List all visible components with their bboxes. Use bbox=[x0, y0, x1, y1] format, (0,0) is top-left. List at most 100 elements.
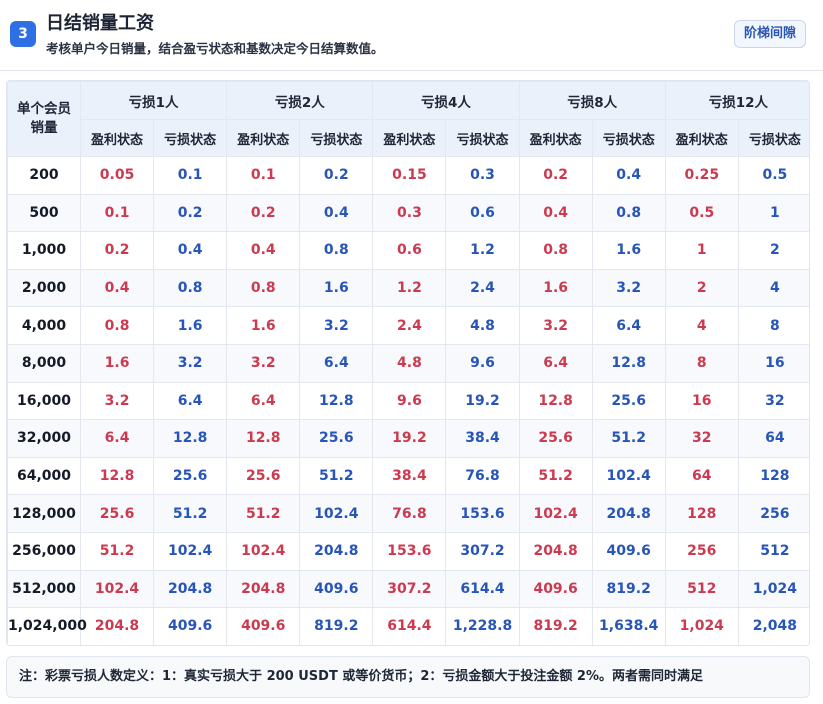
profit-value-cell: 102.4 bbox=[226, 531, 301, 571]
profit-value-cell: 51.2 bbox=[226, 494, 301, 533]
profit-value-cell: 51.2 bbox=[79, 531, 155, 571]
loss-value-cell: 38.4 bbox=[445, 419, 520, 458]
profit-value-cell: 1 bbox=[664, 231, 739, 270]
profit-value-cell: 102.4 bbox=[518, 494, 593, 533]
table-row: 512,000 102.4 204.8 204.8 409.6 307.2 614.4 409… bbox=[7, 569, 809, 609]
table-row: 32,000 6.4 12.8 12.8 25.6 19.2 38.4 25.6 51.2 32 6… bbox=[7, 419, 809, 458]
loss-value-cell: 0.5 bbox=[737, 156, 809, 195]
state-header: 盈利状态 bbox=[518, 119, 593, 157]
loss-value-cell: 409.6 bbox=[591, 531, 666, 571]
profit-value-cell: 409.6 bbox=[226, 607, 301, 645]
member-sales-cell: 1,000 bbox=[7, 231, 81, 270]
member-sales-header-line: 单个会员 bbox=[17, 101, 71, 117]
profit-value-cell: 38.4 bbox=[372, 456, 447, 496]
loss-value-cell: 19.2 bbox=[445, 381, 520, 421]
profit-value-cell: 4.8 bbox=[372, 343, 447, 383]
profit-value-cell: 8 bbox=[664, 343, 739, 383]
loss-value-cell: 64 bbox=[737, 419, 809, 458]
profit-value-cell: 256 bbox=[664, 531, 739, 571]
member-sales-cell: 1,024,000 bbox=[7, 607, 87, 645]
loss-value-cell: 0.8 bbox=[153, 268, 228, 308]
profit-value-cell: 0.2 bbox=[226, 193, 301, 233]
table-row: 256,000 51.2 102.4 102.4 204.8 153.6 307.2 204.… bbox=[7, 531, 809, 571]
profit-value-cell: 12.8 bbox=[518, 381, 593, 421]
table-row: 4,000 0.8 1.6 1.6 3.2 2.4 4.8 3.2 6.4 4 8 bbox=[7, 306, 809, 345]
profit-value-cell: 153.6 bbox=[372, 531, 447, 571]
profit-value-cell: 6.4 bbox=[226, 381, 301, 421]
profit-value-cell: 51.2 bbox=[518, 456, 593, 496]
profit-value-cell: 0.4 bbox=[79, 268, 155, 308]
loss-value-cell: 0.4 bbox=[591, 156, 666, 195]
loss-value-cell: 256 bbox=[737, 494, 809, 533]
loss-value-cell: 0.1 bbox=[153, 156, 228, 195]
loss-value-cell: 204.8 bbox=[299, 531, 374, 571]
table-header-row-states: 盈利状态 亏损状态 盈利状态 亏损状态 盈利状态 亏损状态 盈利状态 亏损状态 盈利状态 亏损状态 bbox=[8, 119, 809, 157]
loss-value-cell: 6.4 bbox=[591, 306, 666, 345]
loss-value-cell: 51.2 bbox=[153, 494, 228, 533]
loss-value-cell: 614.4 bbox=[445, 569, 520, 609]
table-row: 64,000 12.8 25.6 25.6 51.2 38.4 76.8 51.2 102.4 6… bbox=[7, 456, 809, 496]
profit-value-cell: 1.6 bbox=[518, 268, 593, 308]
table-row: 200 0.05 0.1 0.1 0.2 0.15 0.3 0.2 0.4 0.25 0.5 bbox=[7, 156, 809, 195]
state-header: 盈利状态 bbox=[372, 119, 447, 157]
profit-value-cell: 1,024 bbox=[664, 607, 739, 645]
table-header-row-groups: 单个会员 销量 亏损1人 亏损2人 亏损4人 亏损8人 亏损12人 bbox=[7, 81, 809, 157]
member-sales-cell: 2,000 bbox=[7, 268, 81, 308]
table-row: 8,000 1.6 3.2 3.2 6.4 4.8 9.6 6.4 12.8 8 16 bbox=[7, 343, 809, 383]
table-row: 1,000 0.2 0.4 0.4 0.8 0.6 1.2 0.8 1.6 1 2 bbox=[7, 231, 809, 270]
state-header: 盈利状态 bbox=[79, 119, 155, 157]
loss-value-cell: 16 bbox=[737, 343, 809, 383]
loss-value-cell: 1.6 bbox=[591, 231, 666, 270]
profit-value-cell: 0.4 bbox=[518, 193, 593, 233]
profit-value-cell: 32 bbox=[664, 419, 739, 458]
member-sales-cell: 16,000 bbox=[7, 381, 81, 421]
loss-value-cell: 3.2 bbox=[591, 268, 666, 308]
profit-value-cell: 76.8 bbox=[372, 494, 447, 533]
profit-value-cell: 12.8 bbox=[226, 419, 301, 458]
profit-value-cell: 3.2 bbox=[226, 343, 301, 383]
table-row: 128,000 25.6 51.2 51.2 102.4 76.8 153.6 102.4 20… bbox=[7, 494, 809, 533]
profit-value-cell: 512 bbox=[664, 569, 739, 609]
loss-value-cell: 153.6 bbox=[445, 494, 520, 533]
profit-value-cell: 3.2 bbox=[79, 381, 155, 421]
tier-gap-button[interactable]: 阶梯间隙 bbox=[734, 20, 806, 48]
profit-value-cell: 2.4 bbox=[372, 306, 447, 345]
member-sales-cell: 256,000 bbox=[7, 531, 81, 571]
loss-value-cell: 4 bbox=[737, 268, 809, 308]
loss-value-cell: 819.2 bbox=[299, 607, 374, 645]
loss-value-cell: 0.8 bbox=[591, 193, 666, 233]
member-sales-cell: 64,000 bbox=[7, 456, 81, 496]
table-row: 2,000 0.4 0.8 0.8 1.6 1.2 2.4 1.6 3.2 2 4 bbox=[7, 268, 809, 308]
profit-value-cell: 9.6 bbox=[372, 381, 447, 421]
profit-value-cell: 1.2 bbox=[372, 268, 447, 308]
loss-value-cell: 1,024 bbox=[737, 569, 809, 609]
profit-value-cell: 4 bbox=[664, 306, 739, 345]
member-sales-header-line: 销量 bbox=[30, 120, 58, 136]
loss-value-cell: 12.8 bbox=[299, 381, 374, 421]
profit-value-cell: 102.4 bbox=[79, 569, 155, 609]
profit-value-cell: 3.2 bbox=[518, 306, 593, 345]
loss-value-cell: 409.6 bbox=[153, 607, 228, 645]
loss-value-cell: 102.4 bbox=[591, 456, 666, 496]
table-row: 500 0.1 0.2 0.2 0.4 0.3 0.6 0.4 0.8 0.5 1 bbox=[7, 193, 809, 233]
loss-value-cell: 819.2 bbox=[591, 569, 666, 609]
state-header: 亏损状态 bbox=[445, 119, 520, 157]
profit-value-cell: 0.1 bbox=[79, 193, 155, 233]
profit-value-cell: 307.2 bbox=[372, 569, 447, 609]
profit-value-cell: 64 bbox=[664, 456, 739, 496]
loss-value-cell: 2,048 bbox=[737, 607, 809, 645]
loss-value-cell: 8 bbox=[737, 306, 809, 345]
profit-value-cell: 204.8 bbox=[79, 607, 155, 645]
loss-value-cell: 0.2 bbox=[153, 193, 228, 233]
profit-value-cell: 128 bbox=[664, 494, 739, 533]
loss-value-cell: 3.2 bbox=[153, 343, 228, 383]
loss-value-cell: 1,228.8 bbox=[445, 607, 520, 645]
member-sales-cell: 128,000 bbox=[7, 494, 81, 533]
loss-value-cell: 2.4 bbox=[445, 268, 520, 308]
loss-value-cell: 204.8 bbox=[153, 569, 228, 609]
loss-value-cell: 4.8 bbox=[445, 306, 520, 345]
loss-value-cell: 3.2 bbox=[299, 306, 374, 345]
loss-value-cell: 1,638.4 bbox=[591, 607, 666, 645]
state-header: 亏损状态 bbox=[737, 119, 809, 157]
profit-value-cell: 0.2 bbox=[518, 156, 593, 195]
